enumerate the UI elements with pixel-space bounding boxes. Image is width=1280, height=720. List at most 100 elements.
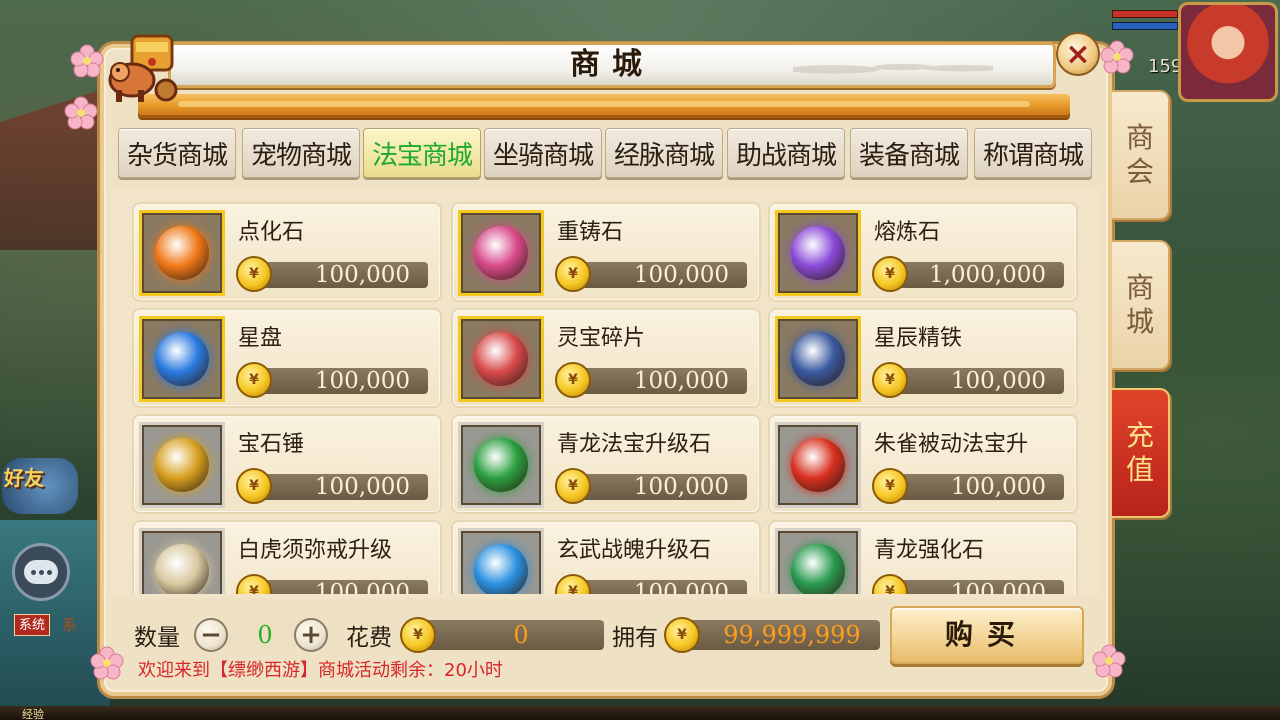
shop-item[interactable]: 宝石锤 100,000 ¥ bbox=[132, 414, 442, 514]
owned-label: 拥有 bbox=[612, 625, 658, 651]
side-tab-label: 商 bbox=[1125, 121, 1154, 154]
owned-value: 99,999,999 bbox=[676, 620, 880, 650]
coin-icon: ¥ bbox=[555, 468, 591, 504]
item-price: 100,000 bbox=[890, 474, 1064, 500]
tab-title[interactable]: 称谓商城 bbox=[974, 128, 1092, 178]
blossom-icon bbox=[70, 44, 104, 78]
item-name: 玄武战魄升级石 bbox=[557, 538, 712, 563]
swirl-orb-icon bbox=[155, 226, 209, 280]
item-icon-frame bbox=[139, 422, 225, 508]
item-price: 100,000 bbox=[254, 474, 428, 500]
shop-item[interactable]: 星盘 100,000 ¥ bbox=[132, 308, 442, 408]
shop-item[interactable]: 玄武战魄升级石 100,000 ¥ bbox=[451, 520, 761, 594]
tab-equipment[interactable]: 装备商城 bbox=[850, 128, 968, 178]
coin-icon: ¥ bbox=[872, 256, 908, 292]
quantity-label: 数量 bbox=[134, 625, 180, 651]
rainbow-gem-icon bbox=[474, 226, 528, 280]
item-price: 100,000 bbox=[254, 580, 428, 594]
item-price: 100,000 bbox=[573, 262, 747, 288]
close-icon: × bbox=[1065, 36, 1091, 72]
tab-treasure[interactable]: 法宝商城 bbox=[363, 128, 481, 178]
friends-label: 好友 bbox=[4, 466, 44, 490]
shop-item[interactable]: 青龙法宝升级石 100,000 ¥ bbox=[451, 414, 761, 514]
item-name: 熔炼石 bbox=[874, 220, 941, 245]
tab-grocery[interactable]: 杂货商城 bbox=[118, 128, 236, 178]
tab-mount[interactable]: 坐骑商城 bbox=[484, 128, 602, 178]
iron-ore-icon bbox=[791, 332, 845, 386]
item-name: 宝石锤 bbox=[238, 432, 305, 457]
item-icon-frame bbox=[775, 422, 861, 508]
item-name: 星盘 bbox=[238, 326, 283, 351]
item-icon-frame bbox=[139, 210, 225, 296]
title-bar: 商城 bbox=[168, 42, 1056, 88]
shop-item[interactable]: 点化石 100,000 ¥ bbox=[132, 202, 442, 302]
tab-assist[interactable]: 助战商城 bbox=[727, 128, 845, 178]
item-price: 100,000 bbox=[254, 368, 428, 394]
system-channel-tag: 系统 bbox=[14, 614, 51, 636]
item-price: 100,000 bbox=[890, 580, 1064, 594]
coin-icon: ¥ bbox=[872, 468, 908, 504]
item-name: 青龙法宝升级石 bbox=[557, 432, 712, 457]
item-name: 青龙强化石 bbox=[874, 538, 985, 563]
item-price: 100,000 bbox=[890, 368, 1064, 394]
minus-icon: − bbox=[200, 620, 222, 650]
side-tab-label: 充 bbox=[1125, 419, 1154, 452]
blossom-icon bbox=[1100, 40, 1134, 74]
side-tab-guild-shop[interactable]: 商 会 bbox=[1112, 90, 1170, 220]
shop-item[interactable]: 白虎须弥戒升级 100,000 ¥ bbox=[132, 520, 442, 594]
shop-item[interactable]: 重铸石 100,000 ¥ bbox=[451, 202, 761, 302]
coin-icon: ¥ bbox=[872, 362, 908, 398]
gem-hammer-icon bbox=[155, 438, 209, 492]
friends-button[interactable]: 好友 bbox=[0, 452, 80, 516]
side-tab-mall[interactable]: 商 城 bbox=[1112, 240, 1170, 370]
mp-bar bbox=[1112, 22, 1178, 30]
shop-item[interactable]: 朱雀被动法宝升 100,000 ¥ bbox=[768, 414, 1078, 514]
coin-icon: ¥ bbox=[236, 362, 272, 398]
item-price: 100,000 bbox=[573, 474, 747, 500]
coin-icon: ¥ bbox=[236, 468, 272, 504]
item-icon-frame bbox=[458, 528, 544, 594]
shop-item[interactable]: 星辰精铁 100,000 ¥ bbox=[768, 308, 1078, 408]
coin-icon: ¥ bbox=[555, 256, 591, 292]
side-tab-label: 值 bbox=[1125, 453, 1154, 486]
plus-icon: + bbox=[300, 620, 322, 650]
coin-icon: ¥ bbox=[664, 617, 700, 653]
shop-item[interactable]: 熔炼石 1,000,000 ¥ bbox=[768, 202, 1078, 302]
items-grid: 点化石 100,000 ¥ 重铸石 100,000 ¥ 熔炼石 1,000,000 ¥ 星盘 100… bbox=[132, 202, 1080, 594]
blue-tortoise-orb-icon bbox=[474, 544, 528, 594]
item-icon-frame bbox=[458, 210, 544, 296]
green-dragon-stone-icon bbox=[791, 544, 845, 594]
system-message: 系 bbox=[62, 616, 78, 634]
item-icon-frame bbox=[458, 316, 544, 402]
coin-icon: ¥ bbox=[555, 574, 591, 594]
item-name: 点化石 bbox=[238, 220, 305, 245]
side-tab-recharge[interactable]: 充 值 bbox=[1112, 388, 1170, 518]
close-button[interactable]: × bbox=[1056, 32, 1100, 76]
hp-mp-bars bbox=[1112, 4, 1178, 34]
item-icon-frame bbox=[139, 528, 225, 594]
buy-button[interactable]: 购买 bbox=[890, 606, 1084, 664]
exp-label: 经验 bbox=[22, 708, 44, 720]
item-name: 星辰精铁 bbox=[874, 326, 963, 351]
tab-pet[interactable]: 宠物商城 bbox=[242, 128, 360, 178]
shop-item[interactable]: 灵宝碎片 100,000 ¥ bbox=[451, 308, 761, 408]
coin-icon: ¥ bbox=[400, 617, 436, 653]
item-name: 灵宝碎片 bbox=[557, 326, 646, 351]
category-tabs: 杂货商城 宠物商城 法宝商城 坐骑商城 经脉商城 助战商城 装备商城 称谓商城 bbox=[118, 128, 1092, 178]
item-name: 朱雀被动法宝升 bbox=[874, 432, 1029, 457]
player-avatar[interactable] bbox=[1178, 2, 1278, 102]
side-tab-label: 商 bbox=[1125, 271, 1154, 304]
item-icon-frame bbox=[775, 210, 861, 296]
tab-meridian[interactable]: 经脉商城 bbox=[605, 128, 723, 178]
item-price: 100,000 bbox=[573, 580, 747, 594]
minus-button[interactable]: − bbox=[194, 618, 228, 652]
window-title: 商城 bbox=[570, 47, 654, 82]
side-tab-label: 城 bbox=[1125, 305, 1154, 338]
coin-icon: ¥ bbox=[555, 362, 591, 398]
shop-item[interactable]: 青龙强化石 100,000 ¥ bbox=[768, 520, 1078, 594]
chat-button[interactable] bbox=[12, 543, 70, 601]
chat-icon bbox=[24, 560, 58, 584]
plus-button[interactable]: + bbox=[294, 618, 328, 652]
side-tab-label: 会 bbox=[1125, 155, 1154, 188]
scroll-decoration bbox=[138, 94, 1070, 118]
